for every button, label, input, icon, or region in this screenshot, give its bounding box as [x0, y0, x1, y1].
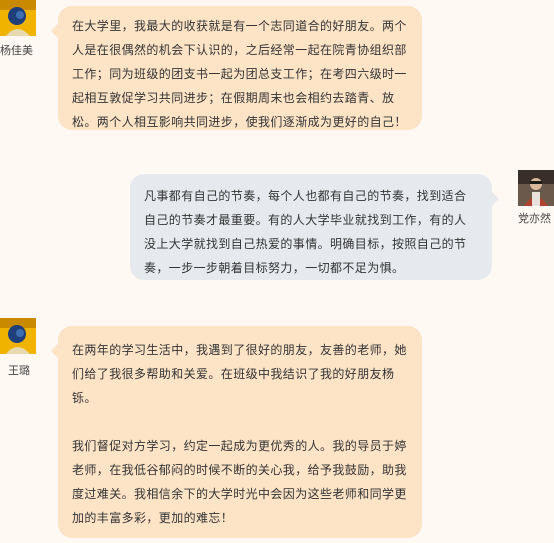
message-bubble: 在两年的学习生活中，我遇到了很好的朋友，友善的老师，她们给了我很多帮助和关爱。在…: [51, 326, 422, 538]
message-text: 在两年的学习生活中，我遇到了很好的朋友，友善的老师，她们给了我很多帮助和关爱。在…: [72, 343, 407, 405]
message-bubble: 凡事都有自己的节奏，每个人也都有自己的节奏，找到适合自己的节奏才最重要。有的人大…: [130, 174, 499, 280]
avatar[interactable]: [0, 0, 36, 36]
sender-name: 党亦然: [518, 212, 551, 225]
message-text: 我们督促对方学习，约定一起成为更优秀的人。我的导员于婷老师，在我低谷郁闷的时候不…: [72, 439, 407, 525]
yellow-portrait-avatar-icon: [0, 318, 36, 354]
message-text: 凡事都有自己的节奏，每个人也都有自己的节奏，找到适合自己的节奏才最重要。有的人大…: [144, 189, 467, 275]
avatar[interactable]: [0, 318, 36, 354]
message-bubble: 在大学里，我最大的收获就是有一个志同道合的好朋友。两个人是在很偶然的机会下认识的…: [51, 6, 422, 130]
person-photo-avatar-icon: [518, 170, 554, 206]
sender-name: 王璐: [8, 364, 30, 377]
avatar[interactable]: [518, 170, 554, 206]
sender-name: 杨佳美: [0, 44, 33, 57]
message-text: 在大学里，我最大的收获就是有一个志同道合的好朋友。两个人是在很偶然的机会下认识的…: [72, 19, 407, 129]
yellow-portrait-avatar-icon: [0, 0, 36, 36]
